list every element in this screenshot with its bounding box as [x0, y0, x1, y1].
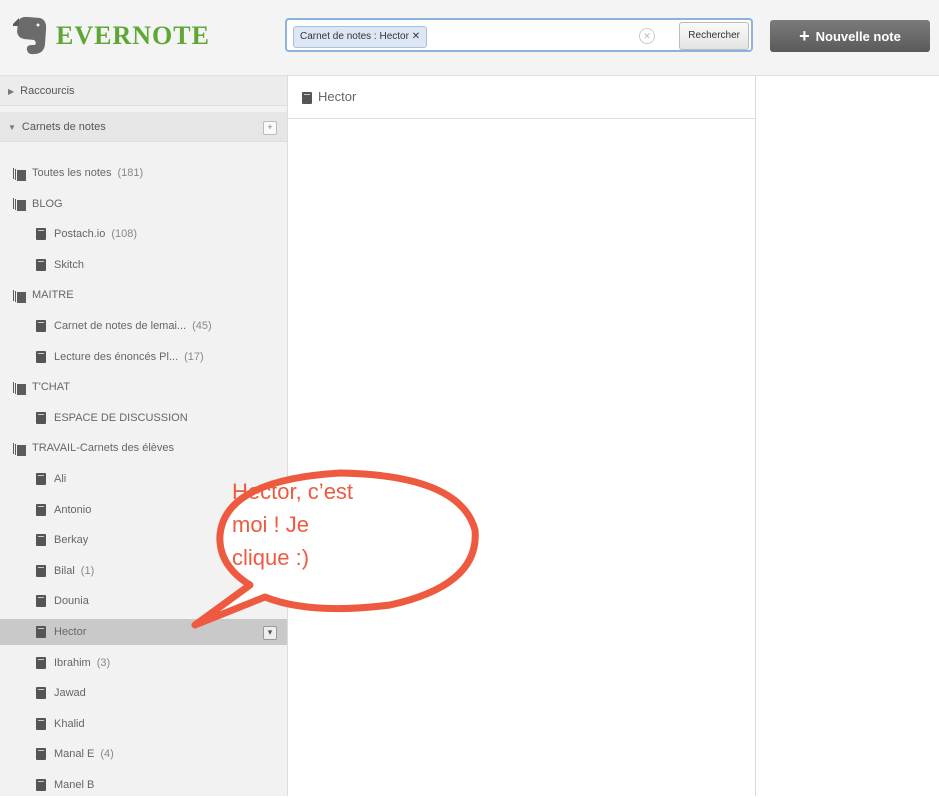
- all-notes-icon: [12, 166, 27, 182]
- notebook-icon: [36, 258, 46, 271]
- callout-line-1: Hector, c’est: [232, 479, 354, 504]
- notebook-item[interactable]: Skitch: [0, 252, 287, 278]
- callout-line-3: clique :): [232, 545, 310, 570]
- notebook-stack[interactable]: MAITRE: [0, 282, 287, 308]
- notebook-icon: [36, 411, 46, 424]
- note-count: (181): [117, 167, 144, 179]
- tree-item-label: Jawad: [54, 687, 86, 700]
- notebook-stack[interactable]: T'CHAT: [0, 374, 287, 400]
- callout-line-2: moi ! Je: [232, 512, 310, 537]
- tree-item-label: Postach.io: [54, 228, 106, 241]
- sidebar: ▶ Raccourcis ▼ Carnets de notes + Toutes l…: [0, 76, 288, 796]
- evernote-logo[interactable]: EVERNOTE: [10, 14, 210, 58]
- tree-item-label: Carnet de notes de lemai...: [54, 320, 187, 332]
- notebook-icon: [36, 534, 46, 547]
- search-input[interactable]: Carnet de notes : Hector ✕ ✕ Rechercher: [285, 18, 753, 52]
- tree-item-label: Hector: [54, 626, 87, 638]
- note-list-panel: Hector: [288, 76, 756, 796]
- notebook-icon: [36, 717, 46, 730]
- stack-icon: [12, 441, 27, 457]
- notebook-item[interactable]: Ibrahim (3): [0, 650, 287, 676]
- search-button[interactable]: Rechercher: [679, 22, 749, 50]
- all-notes-item[interactable]: Toutes les notes (181): [0, 160, 287, 186]
- tree-item-label: Manal E: [54, 748, 95, 761]
- tree-item-label: Skitch: [54, 258, 84, 271]
- notebook-icon: [36, 503, 46, 516]
- logo-text: EVERNOTE: [56, 21, 210, 50]
- expanded-triangle-icon: ▼: [8, 123, 16, 132]
- notebook-item[interactable]: Manel B: [0, 772, 287, 798]
- notebook-icon: [36, 656, 46, 669]
- notebook-item[interactable]: Manal E (4): [0, 741, 287, 767]
- tree-item-label: TRAVAIL-Carnets des élèves: [32, 442, 175, 455]
- stack-icon: [12, 197, 27, 213]
- tree-item-label: Berkay: [54, 534, 89, 547]
- tree-item-label: Dounia: [54, 595, 89, 608]
- tree-item-label: Ibrahim: [54, 656, 91, 669]
- elephant-logo-icon: [13, 16, 47, 55]
- plus-icon: +: [799, 25, 810, 46]
- note-count: (3): [96, 656, 111, 669]
- tree-item-label: Toutes les notes: [32, 167, 112, 179]
- tree-item-label: ESPACE DE DISCUSSION: [54, 411, 188, 424]
- notebook-item[interactable]: Carnet de notes de lemai... (45): [0, 313, 287, 339]
- note-count: (1): [80, 564, 95, 577]
- notebook-item[interactable]: Postach.io (108): [0, 221, 287, 247]
- notebook-icon: [36, 564, 46, 577]
- notebook-icon: [36, 595, 46, 608]
- notebook-icon: [36, 320, 46, 333]
- notebook-icon: [36, 748, 46, 761]
- stack-icon: [12, 288, 27, 304]
- notebook-icon: [302, 91, 312, 104]
- collapsed-triangle-icon: ▶: [8, 87, 15, 96]
- tree-item-label: Manel B: [54, 779, 95, 791]
- tree-item-label: Khalid: [54, 717, 85, 730]
- note-count: (17): [184, 350, 204, 363]
- shortcuts-label: Raccourcis: [20, 85, 75, 97]
- stack-icon: [12, 380, 27, 396]
- notebook-icon: [36, 473, 46, 486]
- notebook-icon: [36, 687, 46, 700]
- tree-item-label: MAITRE: [32, 289, 74, 302]
- notebook-item[interactable]: Lecture des énoncés Pl... (17): [0, 344, 287, 370]
- sidebar-shortcuts[interactable]: ▶ Raccourcis: [0, 76, 287, 106]
- tree-item-label: Bilal: [54, 564, 75, 577]
- note-list-header: Hector: [288, 76, 755, 119]
- notebook-icon: [36, 228, 46, 241]
- notebook-item[interactable]: Khalid: [0, 711, 287, 737]
- tree-item-label: Lecture des énoncés Pl...: [54, 350, 179, 363]
- new-note-label: Nouvelle note: [815, 28, 901, 44]
- top-toolbar: EVERNOTE Carnet de notes : Hector ✕ ✕ Re…: [0, 0, 939, 76]
- note-list-title: Hector: [318, 89, 357, 104]
- notebook-icon: [36, 350, 46, 363]
- note-count: (108): [111, 228, 138, 241]
- note-count: (4): [100, 748, 114, 761]
- tree-item-label: Antonio: [54, 503, 92, 516]
- notebook-icon: [36, 626, 46, 639]
- clear-icon[interactable]: ✕: [639, 28, 655, 44]
- new-note-button[interactable]: + Nouvelle note: [770, 20, 930, 52]
- notebook-item[interactable]: ESPACE DE DISCUSSION: [0, 405, 287, 431]
- search-filter-chip[interactable]: Carnet de notes : Hector ✕: [293, 26, 428, 48]
- notebook-stack[interactable]: BLOG: [0, 191, 287, 217]
- add-notebook-icon[interactable]: +: [263, 121, 277, 135]
- sidebar-notebooks[interactable]: ▼ Carnets de notes +: [0, 112, 287, 142]
- notebook-item[interactable]: Jawad: [0, 680, 287, 706]
- notebooks-label: Carnets de notes: [21, 121, 106, 133]
- callout-text: Hector, c’est moi ! Je clique :): [232, 475, 442, 574]
- tree-item-label: Ali: [54, 473, 67, 485]
- note-count: (45): [192, 320, 212, 332]
- notebook-icon: [36, 779, 46, 792]
- tree-item-label: BLOG: [32, 197, 63, 210]
- tree-item-label: T'CHAT: [32, 381, 70, 394]
